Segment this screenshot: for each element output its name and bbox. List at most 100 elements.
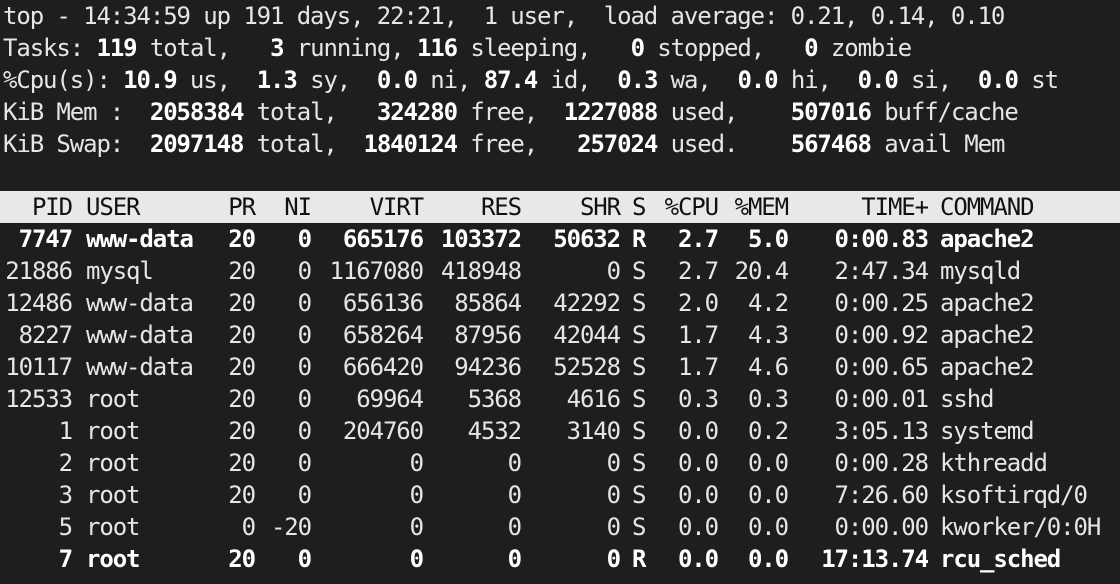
- cell-cpu-time: 0:00.28: [834, 449, 930, 477]
- cell-virt: 665176: [342, 225, 424, 253]
- mem-buff-cache: 507016: [790, 98, 872, 126]
- cell-command: kthreadd: [940, 449, 1048, 477]
- col-header-pr[interactable]: PR: [206, 191, 256, 223]
- cell-mem-percent: 0.2: [747, 417, 789, 445]
- process-row[interactable]: 8227 www-data 20 0 658264 87956 42044 S 1.7 4.3 0:…: [0, 319, 1120, 351]
- cell-nice: 0: [297, 321, 312, 349]
- cell-mem-percent: 0.0: [747, 481, 789, 509]
- tasks-stopped-label: stopped,: [657, 34, 765, 62]
- cell-virt: 0: [409, 449, 424, 477]
- col-header-ni[interactable]: NI: [255, 191, 312, 223]
- tasks-running-label: running,: [296, 34, 405, 62]
- cell-cpu-time: 0:00.00: [834, 513, 930, 541]
- cell-cpu-percent: 0.0: [677, 481, 719, 509]
- cell-pid: 1: [58, 417, 73, 445]
- summary-uptime-line: top - 14:34:59 up 191 days, 22:21, 1 use…: [3, 0, 1005, 32]
- cell-state: S: [632, 289, 646, 317]
- cell-pid: 12533: [5, 385, 73, 413]
- cell-virt: 69964: [356, 385, 424, 413]
- process-table-header: PID USER PR NI VIRT RES SHR S %CPU %MEM …: [0, 191, 1120, 223]
- cell-shr: 42292: [553, 289, 621, 317]
- cell-pid: 7: [58, 545, 73, 573]
- cpu-us-label: us,: [189, 66, 231, 94]
- process-row[interactable]: 10117 www-data 20 0 666420 94236 52528 S 1.7 4.6 0…: [0, 351, 1120, 383]
- cell-res: 94236: [454, 353, 522, 381]
- col-header-shr[interactable]: SHR: [521, 191, 621, 223]
- tasks-total: 119: [96, 34, 137, 62]
- cpu-st: 0.0: [977, 66, 1019, 94]
- cell-virt: 658264: [342, 321, 424, 349]
- cell-cpu-time: 7:26.60: [834, 481, 930, 509]
- cell-res: 85864: [454, 289, 522, 317]
- process-row[interactable]: 2 root 20 0 0 0 0 S 0.0 0.0 0:00.28 kthreadd: [0, 447, 1120, 479]
- cell-mem-percent: 4.2: [747, 289, 789, 317]
- tasks-running: 3: [270, 34, 284, 62]
- col-header-cpu[interactable]: %CPU: [646, 191, 720, 223]
- terminal-window[interactable]: top - 14:34:59 up 191 days, 22:21, 1 use…: [0, 0, 1120, 584]
- process-row[interactable]: 12486 www-data 20 0 656136 85864 42292 S 2.0 4.2 0…: [0, 287, 1120, 319]
- cell-mem-percent: 0.3: [747, 385, 789, 413]
- cell-user: root: [86, 513, 141, 541]
- cell-cpu-percent: 2.7: [677, 257, 719, 285]
- cell-pid: 3: [58, 481, 73, 509]
- cell-user: root: [86, 417, 141, 445]
- col-header-res[interactable]: RES: [423, 191, 522, 223]
- cell-user: www-data: [86, 321, 194, 349]
- cell-cpu-time: 0:00.01: [834, 385, 930, 413]
- process-row[interactable]: 7747 www-data 20 0 665176 103372 50632 R 2.7 5.0 0…: [0, 223, 1120, 255]
- process-row[interactable]: 12533 root 20 0 69964 5368 4616 S 0.3 0.3 0:00.01 s…: [0, 383, 1120, 415]
- cell-cpu-time: 3:05.13: [834, 417, 930, 445]
- cell-mem-percent: 20.4: [734, 257, 790, 285]
- cell-virt: 666420: [342, 353, 424, 381]
- col-header-command[interactable]: COMMAND: [940, 191, 1035, 223]
- col-header-user[interactable]: USER: [86, 191, 141, 223]
- cell-cpu-percent: 0.0: [677, 417, 719, 445]
- cell-nice: 0: [297, 481, 312, 509]
- cell-cpu-time: 17:13.74: [821, 545, 929, 573]
- col-header-virt[interactable]: VIRT: [311, 191, 425, 223]
- cell-priority: 20: [228, 353, 256, 381]
- cell-state: S: [632, 353, 646, 381]
- cell-pid: 7747: [18, 225, 74, 253]
- cell-state: S: [632, 449, 646, 477]
- col-header-state[interactable]: S: [632, 191, 646, 223]
- cell-shr: 0: [606, 481, 621, 509]
- cell-nice: 0: [297, 257, 312, 285]
- swap-used-label: used.: [670, 130, 739, 158]
- mem-free-label: free,: [470, 98, 538, 126]
- cpu-label: %Cpu(s):: [3, 66, 111, 94]
- cell-nice: 0: [297, 545, 312, 573]
- swap-free-label: free,: [470, 130, 538, 158]
- load-average-label: load average:: [577, 2, 791, 30]
- cell-virt: 0: [409, 513, 424, 541]
- col-header-pid[interactable]: PID: [0, 191, 73, 223]
- process-row[interactable]: 3 root 20 0 0 0 0 S 0.0 0.0 7:26.60 ksoftirqd/0: [0, 479, 1120, 511]
- cell-res: 0: [507, 449, 522, 477]
- process-row[interactable]: 5 root 0 -20 0 0 0 S 0.0 0.0 0:00.00 kworker/0:0H: [0, 511, 1120, 543]
- cell-res: 87956: [454, 321, 522, 349]
- process-row[interactable]: 7 root 20 0 0 0 0 R 0.0 0.0 17:13.74 rcu_sched: [0, 543, 1120, 575]
- col-header-mem[interactable]: %MEM: [718, 191, 790, 223]
- process-row[interactable]: 1 root 20 0 204760 4532 3140 S 0.0 0.2 3:05.13 syst…: [0, 415, 1120, 447]
- cell-virt: 656136: [342, 289, 424, 317]
- current-time: 14:34:59: [83, 2, 191, 30]
- mem-used-label: used,: [670, 98, 739, 126]
- cell-cpu-percent: 0.0: [677, 545, 719, 573]
- mem-label: KiB Mem :: [3, 98, 124, 126]
- cell-nice: 0: [297, 353, 312, 381]
- mem-buff-cache-label: buff/cache: [884, 98, 1019, 126]
- cpu-ni: 0.0: [376, 66, 418, 94]
- cell-priority: 20: [228, 417, 256, 445]
- cell-nice: 0: [297, 225, 312, 253]
- cell-shr: 42044: [553, 321, 621, 349]
- cell-command: ksoftirqd/0: [940, 481, 1088, 509]
- col-header-time[interactable]: TIME+: [788, 191, 929, 223]
- process-row[interactable]: 21886 mysql 20 0 1167080 418948 0 S 2.7 20.4 2:47.…: [0, 255, 1120, 287]
- tasks-total-label: total,: [149, 34, 231, 62]
- cell-priority: 0: [241, 513, 256, 541]
- cell-mem-percent: 4.3: [747, 321, 789, 349]
- cell-shr: 0: [606, 513, 621, 541]
- cell-state: R: [632, 545, 646, 573]
- cell-shr: 50632: [553, 225, 621, 253]
- swap-free: 1840124: [363, 130, 458, 158]
